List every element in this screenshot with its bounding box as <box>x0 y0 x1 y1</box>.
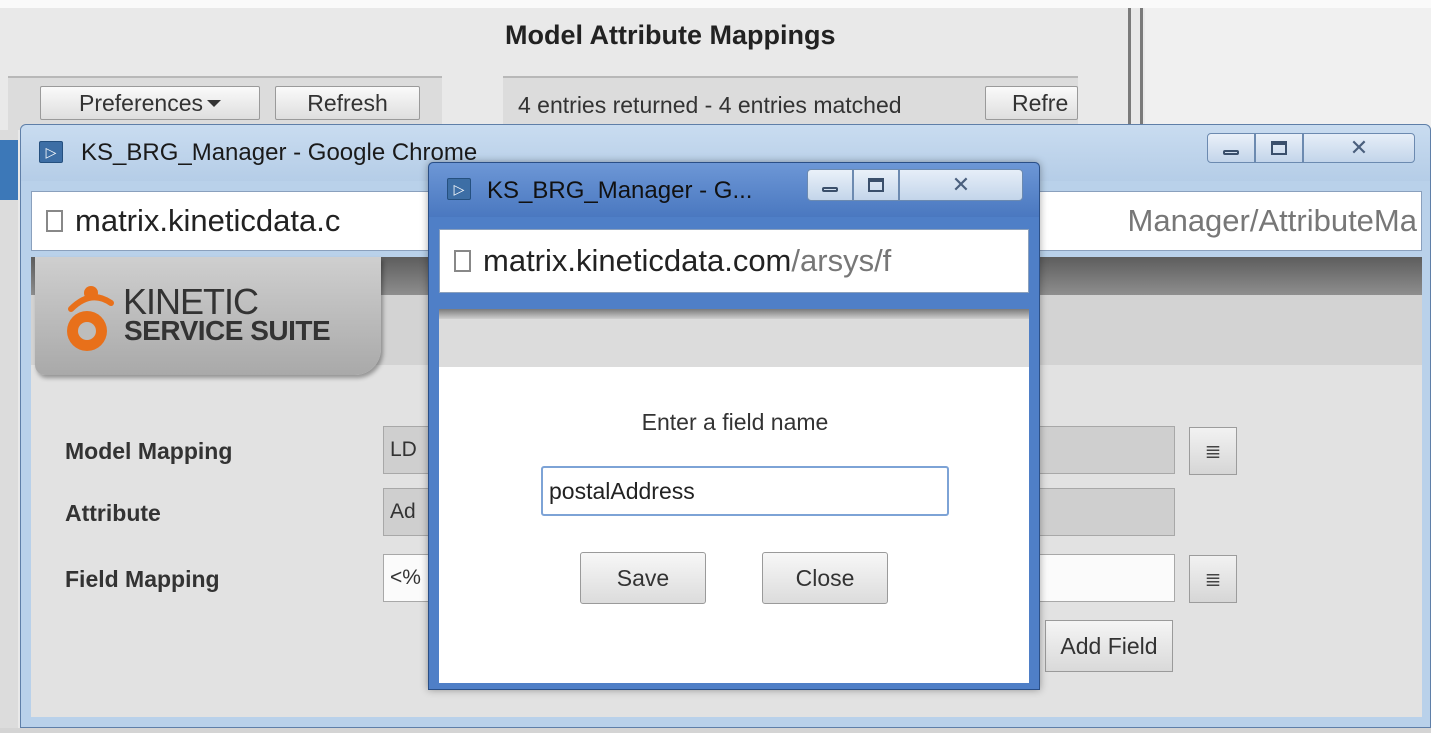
close-icon: ✕ <box>1349 135 1369 160</box>
popup-sub-header-band <box>439 319 1029 367</box>
field-mapping-field-end[interactable] <box>1031 554 1175 602</box>
close-dialog-button[interactable]: Close <box>762 552 888 604</box>
logo-line2: SERVICE SUITE <box>124 315 331 346</box>
maximize-button[interactable] <box>1255 133 1303 163</box>
popup-address-host: matrix.kineticdata.com <box>483 243 792 278</box>
play-triangle-icon: ▷ <box>447 178 471 200</box>
add-field-label: Add Field <box>1060 632 1158 659</box>
field-mapping-menu-button[interactable]: ≣ <box>1189 555 1237 603</box>
save-button[interactable]: Save <box>580 552 706 604</box>
popup-address-path: /arsys/f <box>791 243 892 278</box>
preferences-button[interactable]: Preferences <box>40 86 260 120</box>
popup-window-title: KS_BRG_Manager - G... <box>487 177 753 204</box>
model-mapping-value: LD <box>390 438 417 461</box>
popup-minimize-button[interactable] <box>807 169 853 201</box>
popup-browser-window: ▷ KS_BRG_Manager - G... ✕ matrix.kinetic… <box>428 162 1040 690</box>
bottom-edge <box>0 728 1431 733</box>
field-mapping-value: <% <box>390 566 421 589</box>
popup-header-band <box>439 309 1029 319</box>
right-panel <box>1145 8 1431 128</box>
field-mapping-label: Field Mapping <box>65 566 220 592</box>
address-host: matrix.kineticdata.c <box>75 203 341 238</box>
window-title: KS_BRG_Manager - Google Chrome <box>81 139 478 166</box>
minimize-icon <box>1223 149 1239 155</box>
divider <box>1140 8 1143 128</box>
page-title: Model Attribute Mappings <box>505 20 836 50</box>
preferences-label: Preferences <box>78 89 203 116</box>
model-mapping-menu-button[interactable]: ≣ <box>1189 427 1237 475</box>
field-name-prompt: Enter a field name <box>641 409 829 435</box>
entries-status: 4 entries returned - 4 entries matched <box>518 92 902 118</box>
attribute-value: Ad <box>390 500 416 523</box>
maximize-icon <box>868 178 884 192</box>
close-label: Close <box>795 564 855 591</box>
save-label: Save <box>616 564 670 591</box>
minimize-icon <box>822 186 838 192</box>
add-field-button[interactable]: Add Field <box>1045 620 1173 672</box>
maximize-icon <box>1271 141 1287 155</box>
play-triangle-icon: ▷ <box>39 141 63 163</box>
popup-maximize-button[interactable] <box>853 169 899 201</box>
field-mapping-field[interactable]: <% <box>383 554 431 602</box>
address-path: Manager/AttributeMa <box>1127 203 1417 238</box>
caret-down-icon <box>207 99 221 107</box>
top-strip <box>0 0 1431 8</box>
close-button[interactable]: ✕ <box>1303 133 1415 163</box>
list-menu-icon: ≣ <box>1204 440 1222 463</box>
page-icon <box>454 250 471 272</box>
divider <box>1128 8 1131 128</box>
model-mapping-field[interactable]: LD <box>383 426 431 474</box>
popup-close-button[interactable]: ✕ <box>899 169 1023 201</box>
refresh-button-right[interactable]: Refre <box>985 86 1078 120</box>
list-menu-icon: ≣ <box>1204 568 1222 591</box>
attribute-field[interactable]: Ad <box>383 488 431 536</box>
page-icon <box>46 210 63 232</box>
left-edge <box>0 130 18 730</box>
minimize-button[interactable] <box>1207 133 1255 163</box>
close-icon: ✕ <box>951 172 971 197</box>
attribute-field-end[interactable] <box>1031 488 1175 536</box>
model-mapping-label: Model Mapping <box>65 438 233 464</box>
refresh-label: Refre <box>1012 89 1069 116</box>
attribute-label: Attribute <box>65 500 161 526</box>
popup-address-bar[interactable]: matrix.kineticdata.com /arsys/f <box>439 229 1029 293</box>
kinetic-logo-icon <box>67 286 114 351</box>
left-edge-highlight <box>0 140 18 200</box>
model-mapping-field-end[interactable] <box>1031 426 1175 474</box>
field-name-input[interactable] <box>541 466 949 516</box>
refresh-label: Refresh <box>307 89 388 116</box>
refresh-button[interactable]: Refresh <box>275 86 420 120</box>
